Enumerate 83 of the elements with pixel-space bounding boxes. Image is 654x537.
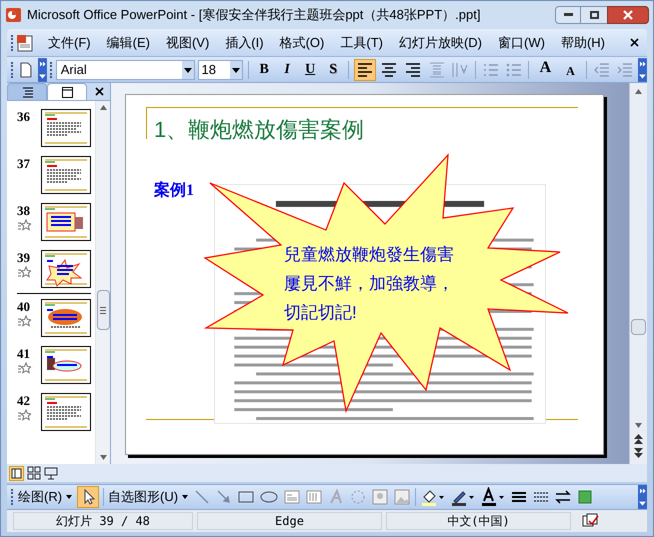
draw-menu-button[interactable]: 绘图(R): [18, 487, 74, 507]
caret-icon: [65, 493, 74, 501]
vertical-text-box-icon[interactable]: [305, 488, 324, 506]
slide-thumbnail[interactable]: [41, 109, 91, 147]
scroll-down-icon[interactable]: [635, 423, 642, 428]
case-label: 案例1: [154, 180, 194, 201]
menu-item[interactable]: 窗口(W): [490, 32, 553, 52]
grid-view-icon[interactable]: [27, 466, 41, 480]
select-pointer-icon[interactable]: [77, 486, 100, 508]
underline-button[interactable]: U: [300, 60, 320, 80]
slide-icon: [60, 86, 74, 98]
menu-item[interactable]: 视图(V): [158, 32, 218, 52]
outline-tab[interactable]: [7, 83, 47, 100]
next-slide-icon[interactable]: [634, 448, 643, 458]
scroll-up-icon[interactable]: [100, 105, 106, 110]
animation-icon[interactable]: [17, 315, 31, 327]
slide-number: 36: [17, 109, 31, 125]
status-field: 幻灯片 39 / 48: [13, 512, 193, 530]
minimize-button[interactable]: [555, 6, 581, 24]
menu-item[interactable]: 文件(F): [40, 32, 99, 52]
outline-icon: [20, 86, 34, 98]
slide-thumbnail[interactable]: [41, 346, 91, 384]
grow-font-button[interactable]: A: [534, 60, 556, 80]
window-title: Microsoft Office PowerPoint - [寒假安全伴我行主题班会ppt（共48张PPT）.ppt]: [27, 6, 480, 24]
scroll-up-icon[interactable]: [635, 89, 642, 94]
scrollbar-thumb[interactable]: [96, 290, 110, 330]
close-icon[interactable]: [630, 38, 639, 47]
slide-number: 41: [17, 346, 31, 362]
bold-button[interactable]: B: [254, 60, 274, 80]
autoshapes-menu-button[interactable]: 自选图形(U): [108, 487, 190, 507]
slide-thumbnail[interactable]: [41, 156, 91, 194]
status-field: 中文(中国): [386, 512, 571, 530]
clip-art-icon[interactable]: [371, 488, 390, 506]
close-button[interactable]: [607, 6, 649, 24]
spelling-check-icon[interactable]: [581, 513, 601, 529]
italic-button[interactable]: I: [277, 60, 298, 80]
vertical-scrollbar[interactable]: [629, 83, 647, 464]
slide-thumbnail[interactable]: [41, 393, 91, 431]
app-icon: [5, 6, 23, 24]
toolbar-options-icon[interactable]: [638, 485, 647, 509]
slide-number: 40: [17, 299, 31, 315]
normal-view-icon[interactable]: [9, 466, 24, 480]
arrow-style-icon[interactable]: [554, 488, 572, 506]
slide-number: 39: [17, 250, 31, 266]
restore-button[interactable]: [581, 6, 607, 24]
toolbar-options-icon[interactable]: [38, 58, 47, 82]
slide-thumbnail[interactable]: [41, 250, 91, 288]
align-left-icon[interactable]: [354, 58, 376, 80]
menu-item[interactable]: 格式(O): [272, 32, 332, 52]
shadow-style-icon[interactable]: [576, 488, 594, 506]
font-color-icon[interactable]: [480, 487, 506, 507]
text-box-icon[interactable]: [283, 488, 302, 506]
caret-icon: [181, 493, 190, 501]
shadow-button[interactable]: S: [323, 60, 344, 80]
slide-title: 1、鞭炮燃放傷害案例: [154, 116, 364, 144]
slide-number: 38: [17, 203, 31, 219]
font-dropdown[interactable]: Arial: [56, 60, 195, 80]
animation-icon[interactable]: [17, 362, 31, 374]
slide-number: 37: [17, 156, 31, 172]
slide-thumbnail[interactable]: [41, 203, 91, 241]
menu-item[interactable]: 幻灯片放映(D): [390, 32, 490, 52]
close-icon[interactable]: [95, 87, 104, 96]
slideshow-view-icon[interactable]: [44, 466, 58, 480]
menu-item[interactable]: 工具(T): [332, 32, 391, 52]
animation-icon[interactable]: [17, 409, 31, 421]
scroll-down-icon[interactable]: [100, 455, 106, 460]
previous-slide-icon[interactable]: [634, 434, 643, 444]
slide-thumbnail[interactable]: [41, 299, 91, 337]
menu-item[interactable]: 插入(I): [217, 32, 272, 52]
animation-icon[interactable]: [17, 219, 31, 231]
menu-item[interactable]: 编辑(E): [98, 32, 158, 52]
animation-icon[interactable]: [17, 266, 31, 278]
close-icon: [623, 10, 633, 20]
slides-tab[interactable]: [47, 83, 87, 100]
slide-number: 42: [17, 393, 31, 409]
callout-text: 兒童燃放鞭炮發生傷害 屢見不鮮，加強教導， 切記切記!: [284, 244, 454, 324]
scrollbar-thumb[interactable]: [631, 319, 646, 335]
shrink-font-button[interactable]: A: [559, 60, 582, 80]
vertical-scrollbar[interactable]: [95, 101, 110, 464]
menu-item[interactable]: 帮助(H): [552, 32, 613, 52]
status-field: Edge: [197, 512, 382, 530]
toolbar-options-icon[interactable]: [638, 58, 647, 82]
font-size-dropdown[interactable]: 18: [198, 60, 244, 80]
